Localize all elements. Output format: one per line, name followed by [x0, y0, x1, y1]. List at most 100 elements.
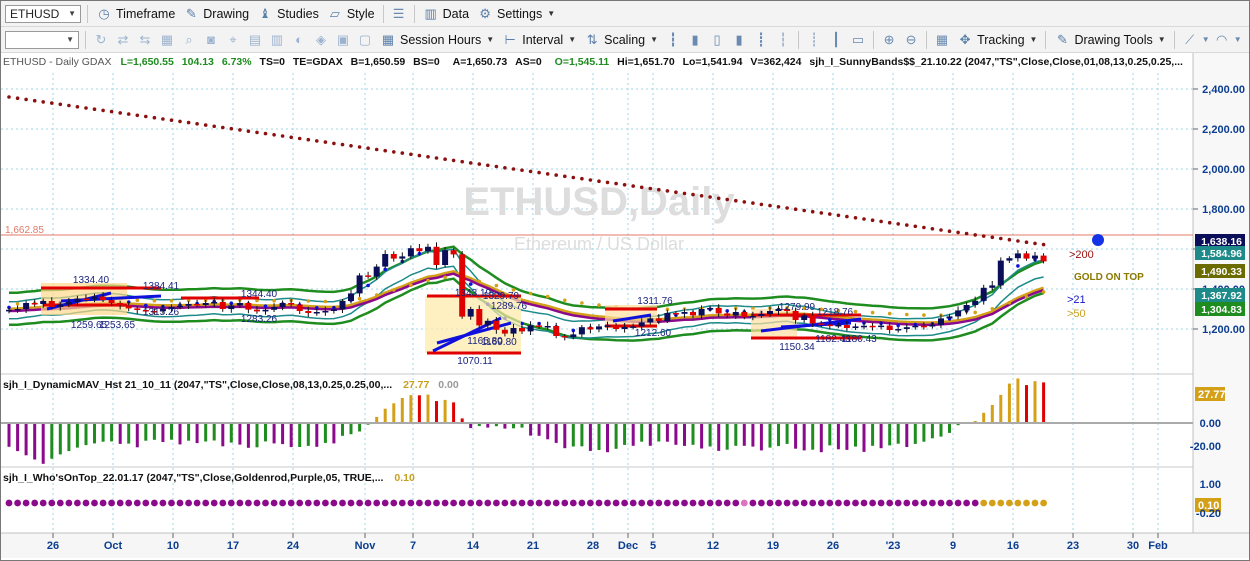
session-hours-button[interactable]: ▦ Session Hours ▼ [376, 29, 498, 51]
x-tick-label: 30 [1127, 540, 1139, 552]
scaling-button[interactable]: ⇅ Scaling ▼ [580, 29, 662, 51]
studies-menu[interactable]: ♝ Studies [253, 3, 323, 25]
zoom-icon[interactable]: ⌖ [223, 30, 243, 50]
ma50-dot [922, 313, 926, 317]
histogram-bar [828, 423, 832, 446]
candle-down [587, 327, 594, 330]
panel3-title: sjh_I_Who'sOnTop_22.01.17 (2047,"TS",Clo… [3, 472, 384, 484]
ma200-dot [118, 111, 122, 115]
histogram-bar [221, 423, 225, 447]
ma200-dot [451, 158, 456, 163]
pin-icon[interactable]: ◈ [311, 30, 331, 50]
ma200-dot [67, 103, 71, 108]
candle-up [980, 287, 987, 301]
ma200-dot [340, 142, 345, 147]
ma50-dot [374, 293, 379, 297]
ma200-dot [503, 166, 507, 170]
chevron-down-icon[interactable]: ▼ [1234, 30, 1242, 50]
line-icon[interactable]: ┆ [773, 30, 793, 50]
whos-on-top-dot [869, 499, 876, 507]
candle-down [194, 304, 201, 306]
chart-link-icon[interactable]: ⇆ [135, 30, 155, 50]
histogram-bar [537, 423, 541, 436]
lock-icon[interactable]: ▣ [333, 30, 353, 50]
reference-price-label: 1,662.85 [5, 225, 44, 236]
data-menu[interactable]: ▥ Data [419, 3, 473, 25]
dots-icon[interactable]: ┊ [804, 30, 824, 50]
session-hours-label: Session Hours [400, 32, 482, 47]
chart-area[interactable]: ETHUSD,Daily Ethereum / US Dollar 1,662.… [1, 53, 1249, 558]
whos-on-top-dot [151, 499, 158, 507]
refresh-icon[interactable]: ↻ [91, 30, 111, 50]
template-icon[interactable]: ▢ [355, 30, 375, 50]
volume-icon[interactable]: ┋ [751, 30, 771, 50]
x-tick-label: 28 [587, 540, 599, 552]
ma200-dot [84, 106, 88, 110]
ma200-dot [802, 208, 806, 213]
style-menu[interactable]: ▱ Style [323, 3, 379, 25]
zoom-out-icon[interactable]: ⊖ [901, 30, 921, 50]
ma200-dot [845, 214, 849, 219]
settings-menu[interactable]: ⚙ Settings ▼ [473, 3, 559, 25]
histogram-bar [691, 423, 695, 445]
candle-up [57, 304, 64, 307]
candle-down [690, 312, 696, 316]
zoom-in-icon[interactable]: ⊕ [879, 30, 899, 50]
ma50-dot [443, 275, 447, 280]
drawing-menu[interactable]: ✎ Drawing [179, 3, 253, 25]
histogram-bar [84, 423, 88, 446]
layout-icon[interactable]: ☰ [389, 4, 409, 24]
histogram-bar [110, 423, 114, 442]
template-icon[interactable]: ▭ [848, 30, 868, 50]
tracking-button[interactable]: ✥ Tracking ▼ [953, 29, 1041, 51]
heikin-icon[interactable]: ▮ [729, 30, 749, 50]
interval-combo[interactable]: ▼ [5, 30, 79, 49]
whos-on-top-dot [971, 499, 979, 507]
camera-icon[interactable]: ◙ [201, 30, 221, 50]
histogram-bar [152, 423, 156, 440]
ma200-dot [280, 134, 285, 138]
bar-chart-icon[interactable]: ┇ [663, 30, 683, 50]
find-icon[interactable]: ⌕ [179, 30, 199, 50]
symbol-select[interactable]: ETHUSD ▼ [5, 4, 81, 23]
x-tick-label: 16 [1007, 540, 1019, 552]
timeframe-menu[interactable]: ◷ Timeframe [92, 3, 179, 25]
header-change: 104.13 [182, 56, 214, 68]
candlestick-icon[interactable]: ▮ [685, 30, 705, 50]
histogram-bar [127, 423, 131, 444]
drawing-tools-button[interactable]: ✎ Drawing Tools ▼ [1050, 29, 1169, 51]
link-icon[interactable]: ⇄ [113, 30, 133, 50]
price-annotation: 1150.34 [779, 342, 815, 353]
candle-hollow-icon[interactable]: ▯ [707, 30, 727, 50]
ma200-dot [323, 140, 328, 144]
palette-icon[interactable]: ◐ [289, 30, 309, 50]
bars-icon[interactable]: ▥ [267, 30, 287, 50]
candle-up [861, 325, 867, 328]
whos-on-top-dot [356, 499, 363, 507]
chevron-down-icon[interactable]: ▼ [1202, 30, 1210, 50]
interval-label: Interval [522, 32, 564, 47]
ma200-dot [973, 233, 977, 237]
price-annotation: 1253.65 [99, 320, 136, 331]
header-te: TE=GDAX [293, 56, 343, 68]
scaling-label: Scaling [604, 32, 646, 47]
candle-up [23, 303, 30, 309]
histogram-bar [24, 423, 28, 456]
interval-button[interactable]: ⊢ Interval ▼ [498, 29, 580, 51]
histogram-bar [785, 423, 789, 444]
trendline-icon[interactable]: ⟋ [1180, 30, 1200, 50]
histogram-bar [417, 395, 421, 423]
candle-up [664, 313, 671, 321]
grid-icon[interactable]: ▦ [157, 30, 177, 50]
x-tick-label: 7 [410, 540, 416, 552]
chart-type-icon[interactable]: ▤ [245, 30, 265, 50]
candle-up [929, 325, 936, 327]
data-window-icon[interactable]: ▦ [932, 30, 952, 50]
whos-on-top-dot [475, 499, 483, 507]
ma200-dot [32, 98, 37, 103]
toolbar-divider [873, 30, 875, 49]
indicator-icon[interactable]: ◠ [1212, 30, 1232, 50]
bars-icon[interactable]: ┃ [826, 30, 846, 50]
style-icon: ▱ [329, 5, 340, 21]
whos-on-top-dot [723, 499, 731, 507]
